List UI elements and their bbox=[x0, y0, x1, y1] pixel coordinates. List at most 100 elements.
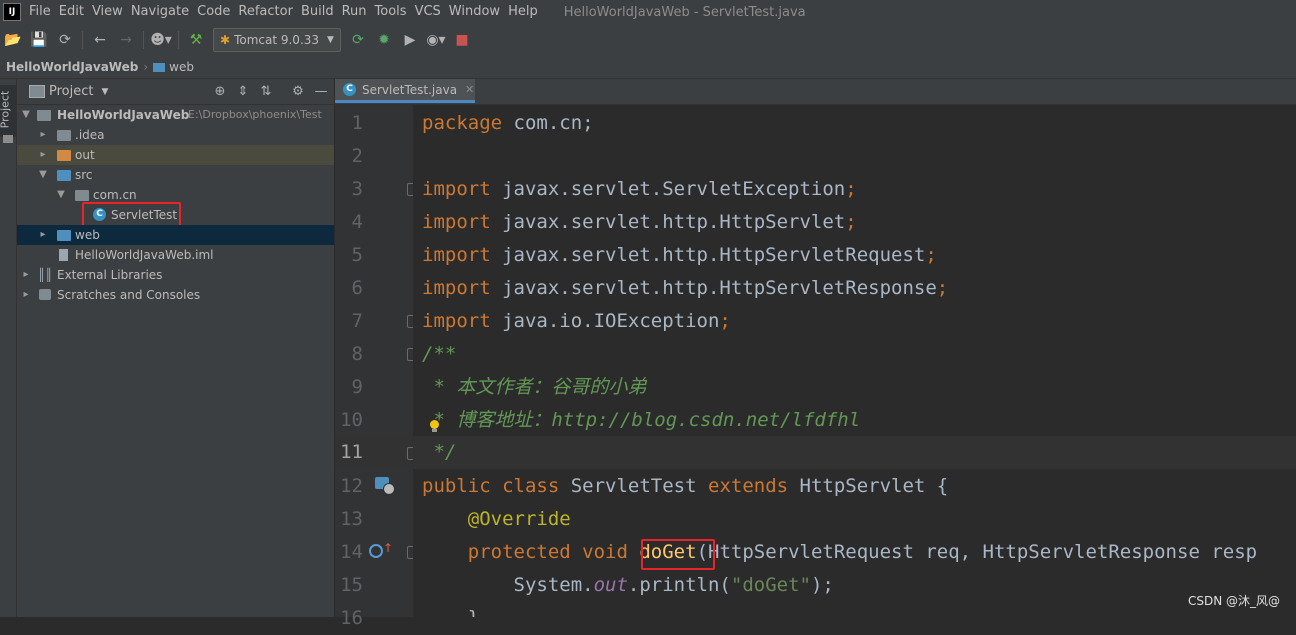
chevron-down-icon[interactable]: ▼ bbox=[56, 185, 66, 205]
project-folder-icon bbox=[29, 85, 45, 98]
menu-window[interactable]: Window bbox=[445, 0, 504, 24]
lightbulb-icon[interactable] bbox=[430, 420, 439, 429]
collapse-all-icon[interactable]: ⇅ bbox=[257, 83, 275, 101]
toolbar-divider bbox=[82, 31, 83, 49]
menu-code[interactable]: Code bbox=[193, 0, 234, 24]
gear-icon[interactable]: ⚙ bbox=[289, 83, 307, 101]
rerun-icon[interactable]: ⟳ bbox=[347, 29, 369, 51]
project-panel-title[interactable]: Project bbox=[49, 84, 93, 99]
menu-vcs[interactable]: VCS bbox=[411, 0, 445, 24]
chevron-right-icon[interactable]: ▸ bbox=[21, 265, 31, 285]
breadcrumb-folder[interactable]: web bbox=[169, 60, 194, 74]
import-path: javax.servlet.http.HttpServletResponse bbox=[490, 277, 937, 299]
user-icon[interactable]: ☻▾ bbox=[150, 29, 172, 51]
menu-tools[interactable]: Tools bbox=[371, 0, 411, 24]
code-line-7: import java.io.IOException; bbox=[422, 305, 731, 338]
chevron-right-icon[interactable]: ▸ bbox=[21, 285, 31, 305]
line-number: 5 bbox=[351, 244, 363, 266]
menu-view[interactable]: View bbox=[88, 0, 127, 24]
sync-icon[interactable]: ⟳ bbox=[54, 29, 76, 51]
menu-file[interactable]: File bbox=[25, 0, 55, 24]
web-folder-icon bbox=[57, 230, 71, 241]
chevron-down-icon: ▼ bbox=[327, 35, 334, 45]
tree-item-idea[interactable]: ▸ .idea bbox=[17, 125, 334, 145]
line-number: 9 bbox=[351, 376, 363, 398]
code-line-12: public class ServletTest extends HttpSer… bbox=[422, 470, 948, 503]
superclass: HttpServlet { bbox=[788, 475, 949, 497]
locate-target-icon[interactable]: ⊕ bbox=[211, 83, 229, 101]
debug-icon[interactable]: ✹ bbox=[373, 29, 395, 51]
tree-item-servlettest[interactable]: C ServletTest bbox=[17, 202, 334, 228]
stop-icon[interactable]: ■ bbox=[451, 29, 473, 51]
tree-item-scratches[interactable]: ▸ Scratches and Consoles bbox=[17, 285, 334, 305]
window-title: HelloWorldJavaWeb - ServletTest.java bbox=[563, 4, 806, 20]
save-icon[interactable]: 💾 bbox=[28, 29, 50, 51]
chevron-down-icon[interactable]: ▼ bbox=[21, 105, 31, 125]
semicolon: ; bbox=[719, 310, 731, 332]
tree-label: Scratches and Consoles bbox=[57, 288, 201, 302]
line-number: 13 bbox=[340, 508, 363, 530]
project-tool-tab[interactable]: Project bbox=[0, 85, 16, 137]
build-hammer-icon[interactable]: ⚒ bbox=[185, 29, 207, 51]
tree-item-src[interactable]: ▼ src bbox=[17, 165, 334, 185]
semicolon: ; bbox=[936, 277, 949, 299]
static-field: out bbox=[593, 574, 628, 596]
breadcrumb: HelloWorldJavaWeb › web bbox=[0, 56, 1296, 79]
forward-icon[interactable]: → bbox=[115, 29, 137, 51]
project-tree: ▼ HelloWorldJavaWeb E:\Dropbox\phoenix\T… bbox=[17, 105, 334, 305]
code-line-11: */ bbox=[422, 441, 457, 463]
breadcrumb-project[interactable]: HelloWorldJavaWeb bbox=[6, 60, 138, 74]
tree-item-external-libraries[interactable]: ▸ ║║ External Libraries bbox=[17, 265, 334, 285]
override-method-icon[interactable] bbox=[369, 544, 383, 558]
close-icon[interactable]: ✕ bbox=[465, 83, 474, 96]
class-ref: System. bbox=[422, 574, 594, 596]
code-editor[interactable]: package com.cn; import javax.servlet.Ser… bbox=[413, 105, 1296, 617]
menu-run[interactable]: Run bbox=[338, 0, 371, 24]
tree-item-out[interactable]: ▸ out bbox=[17, 145, 334, 165]
menu-build[interactable]: Build bbox=[297, 0, 338, 24]
folder-icon bbox=[153, 62, 166, 72]
line-number: 12 bbox=[340, 475, 363, 497]
keyword: protected void bbox=[422, 541, 628, 563]
back-icon[interactable]: ← bbox=[89, 29, 111, 51]
coverage-icon[interactable]: ▶ bbox=[399, 29, 421, 51]
menu-refactor[interactable]: Refactor bbox=[234, 0, 297, 24]
keyword: import bbox=[422, 178, 491, 200]
tree-item-project-root[interactable]: ▼ HelloWorldJavaWeb E:\Dropbox\phoenix\T… bbox=[17, 105, 334, 125]
expand-all-icon[interactable]: ⇕ bbox=[234, 83, 252, 101]
folder-open-icon[interactable]: 📂 bbox=[2, 29, 24, 51]
minimize-icon[interactable]: — bbox=[312, 83, 330, 101]
project-panel: Project ▼ ⊕ ⇕ ⇅ ⚙ — ▼ HelloWorldJavaWeb … bbox=[17, 79, 334, 617]
menu-navigate[interactable]: Navigate bbox=[127, 0, 193, 24]
arrow-up-icon[interactable]: ↑ bbox=[383, 541, 393, 555]
semicolon: ; bbox=[925, 244, 937, 266]
chevron-right-icon[interactable]: ▸ bbox=[38, 225, 48, 245]
chevron-right-icon[interactable]: ▸ bbox=[38, 145, 48, 165]
string-literal: "doGet" bbox=[730, 574, 811, 596]
keyword: package bbox=[422, 112, 503, 134]
tree-item-web[interactable]: ▸ web bbox=[17, 225, 334, 245]
highlight-box bbox=[641, 539, 715, 570]
code-line-3: import javax.servlet.ServletException; bbox=[422, 173, 857, 206]
chevron-down-icon[interactable]: ▼ bbox=[101, 87, 108, 97]
toolbar-divider bbox=[143, 31, 144, 49]
run-configuration-select[interactable]: ✱ Tomcat 9.0.33 ▼ bbox=[213, 28, 341, 52]
chevron-down-icon[interactable]: ▼ bbox=[38, 165, 48, 185]
tree-label: .idea bbox=[75, 128, 105, 142]
menu-help[interactable]: Help bbox=[504, 0, 542, 24]
menu-edit[interactable]: Edit bbox=[55, 0, 88, 24]
keyword: extends bbox=[708, 475, 789, 497]
tree-item-iml[interactable]: HelloWorldJavaWeb.iml bbox=[17, 245, 334, 265]
tree-label: HelloWorldJavaWeb.iml bbox=[75, 248, 214, 262]
iml-file-icon bbox=[59, 249, 68, 261]
import-path: javax.servlet.ServletException bbox=[490, 178, 846, 200]
code-line-13: @Override bbox=[422, 508, 571, 530]
line-number: 6 bbox=[351, 277, 363, 299]
lightbulb-base bbox=[432, 429, 437, 432]
scratches-icon bbox=[39, 289, 51, 300]
chevron-right-icon[interactable]: ▸ bbox=[38, 125, 48, 145]
profile-icon[interactable]: ◉▾ bbox=[425, 29, 447, 51]
line-number: 1 bbox=[351, 112, 363, 134]
tab-servlettest-java[interactable]: C ServletTest.java ✕ bbox=[335, 79, 475, 103]
structure-icon[interactable] bbox=[3, 135, 13, 143]
